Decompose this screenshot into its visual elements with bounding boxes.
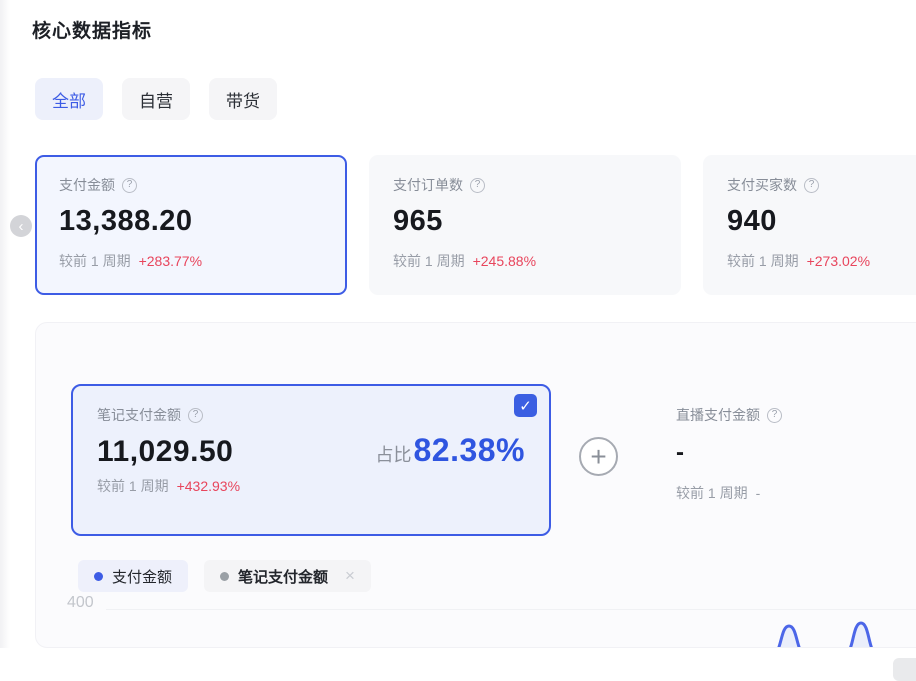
breakdown-panel: 400 笔记支付金额 ? 11,029.50 占比 82.38% 较前 1 周期… (35, 322, 916, 648)
metric-card-payment-orders[interactable]: 支付订单数 ? 965 较前 1 周期 +245.88% (369, 155, 681, 295)
y-axis-tick-400: 400 (67, 594, 94, 612)
legend-label: 支付金额 (112, 566, 172, 587)
legend-pill-note-payment-amount[interactable]: 笔记支付金额 × (204, 560, 371, 592)
ratio-group: 占比 82.38% (375, 432, 525, 469)
breakdown-title-row: 笔记支付金额 ? (97, 405, 525, 425)
metric-value: 940 (727, 205, 916, 238)
metric-title: 支付买家数 (727, 175, 797, 195)
breakdown-compare-row: 较前 1 周期- (676, 483, 914, 503)
tab-all-label: 全部 (52, 87, 86, 112)
compare-delta: +283.77% (139, 253, 202, 269)
metric-compare-row: 较前 1 周期 +283.77% (59, 251, 323, 271)
compare-delta: +245.88% (473, 253, 536, 269)
compare-label: 较前 1 周期 (676, 485, 748, 501)
compare-label: 较前 1 周期 (97, 478, 169, 494)
plus-icon: + (590, 443, 606, 471)
breakdown-card-note-payment[interactable]: 笔记支付金额 ? 11,029.50 占比 82.38% 较前 1 周期 +432… (71, 384, 551, 536)
metric-card-payment-amount[interactable]: 支付金额 ? 13,388.20 较前 1 周期 +283.77% (35, 155, 347, 295)
tab-affiliate[interactable]: 带货 (209, 78, 277, 120)
compare-label: 较前 1 周期 (727, 253, 799, 269)
floating-widget-partial[interactable] (893, 658, 916, 681)
tab-all[interactable]: 全部 (35, 78, 103, 120)
metric-compare-row: 较前 1 周期 +245.88% (393, 251, 657, 271)
breakdown-value-row: 11,029.50 占比 82.38% (97, 432, 525, 469)
breakdown-title: 笔记支付金额 (97, 405, 181, 425)
metric-title: 支付金额 (59, 175, 115, 195)
chart-legend: 支付金额 笔记支付金额 × (78, 560, 371, 592)
chart-gridline (106, 609, 916, 610)
help-icon[interactable]: ? (767, 408, 782, 423)
help-icon[interactable]: ? (122, 178, 137, 193)
tab-self-operated[interactable]: 自营 (122, 78, 190, 120)
breakdown-title-row: 直播支付金额 ? (676, 405, 914, 425)
metric-value: 13,388.20 (59, 205, 323, 238)
compare-delta: - (756, 485, 761, 501)
ratio-label: 占比 (375, 441, 411, 467)
ratio-value: 82.38% (413, 432, 525, 469)
breakdown-value: - (676, 439, 914, 467)
metric-card-title-row: 支付订单数 ? (393, 175, 657, 195)
bottom-bar (0, 648, 916, 681)
tab-affiliate-label: 带货 (226, 87, 260, 112)
metric-value: 965 (393, 205, 657, 238)
metric-card-title-row: 支付买家数 ? (727, 175, 916, 195)
metric-title: 支付订单数 (393, 175, 463, 195)
help-icon[interactable]: ? (804, 178, 819, 193)
close-icon[interactable]: × (345, 566, 355, 586)
breakdown-compare-row: 较前 1 周期 +432.93% (97, 476, 525, 496)
compare-label: 较前 1 周期 (393, 253, 465, 269)
breakdown-card-live-payment[interactable]: 直播支付金额 ? - 较前 1 周期- (654, 384, 916, 536)
legend-pill-payment-amount[interactable]: 支付金额 (78, 560, 188, 592)
check-icon: ✓ (519, 397, 532, 415)
help-icon[interactable]: ? (470, 178, 485, 193)
tab-self-operated-label: 自营 (139, 87, 173, 112)
metric-card-payment-buyers[interactable]: 支付买家数 ? 940 较前 1 周期 +273.02% (703, 155, 916, 295)
metric-card-title-row: 支付金额 ? (59, 175, 323, 195)
metric-card-row: 支付金额 ? 13,388.20 较前 1 周期 +283.77% 支付订单数 ?… (35, 155, 916, 295)
legend-dot-blue (94, 572, 103, 581)
metric-compare-row: 较前 1 周期 +273.02% (727, 251, 916, 271)
scope-tabs: 全部 自营 带货 (35, 78, 277, 120)
left-edge-fade (0, 0, 10, 681)
legend-label: 笔记支付金额 (238, 566, 328, 587)
carousel-prev-button[interactable]: ‹ (10, 215, 32, 237)
breakdown-value: 11,029.50 (97, 435, 233, 469)
page-title: 核心数据指标 (32, 16, 152, 43)
help-icon[interactable]: ? (188, 408, 203, 423)
chevron-left-icon: ‹ (19, 219, 24, 234)
legend-dot-gray (220, 572, 229, 581)
compare-delta: +432.93% (177, 478, 240, 494)
add-metric-button[interactable]: + (579, 437, 618, 476)
breakdown-title: 直播支付金额 (676, 405, 760, 425)
compare-label: 较前 1 周期 (59, 253, 131, 269)
note-card-checkbox[interactable]: ✓ (514, 394, 537, 417)
compare-delta: +273.02% (807, 253, 870, 269)
